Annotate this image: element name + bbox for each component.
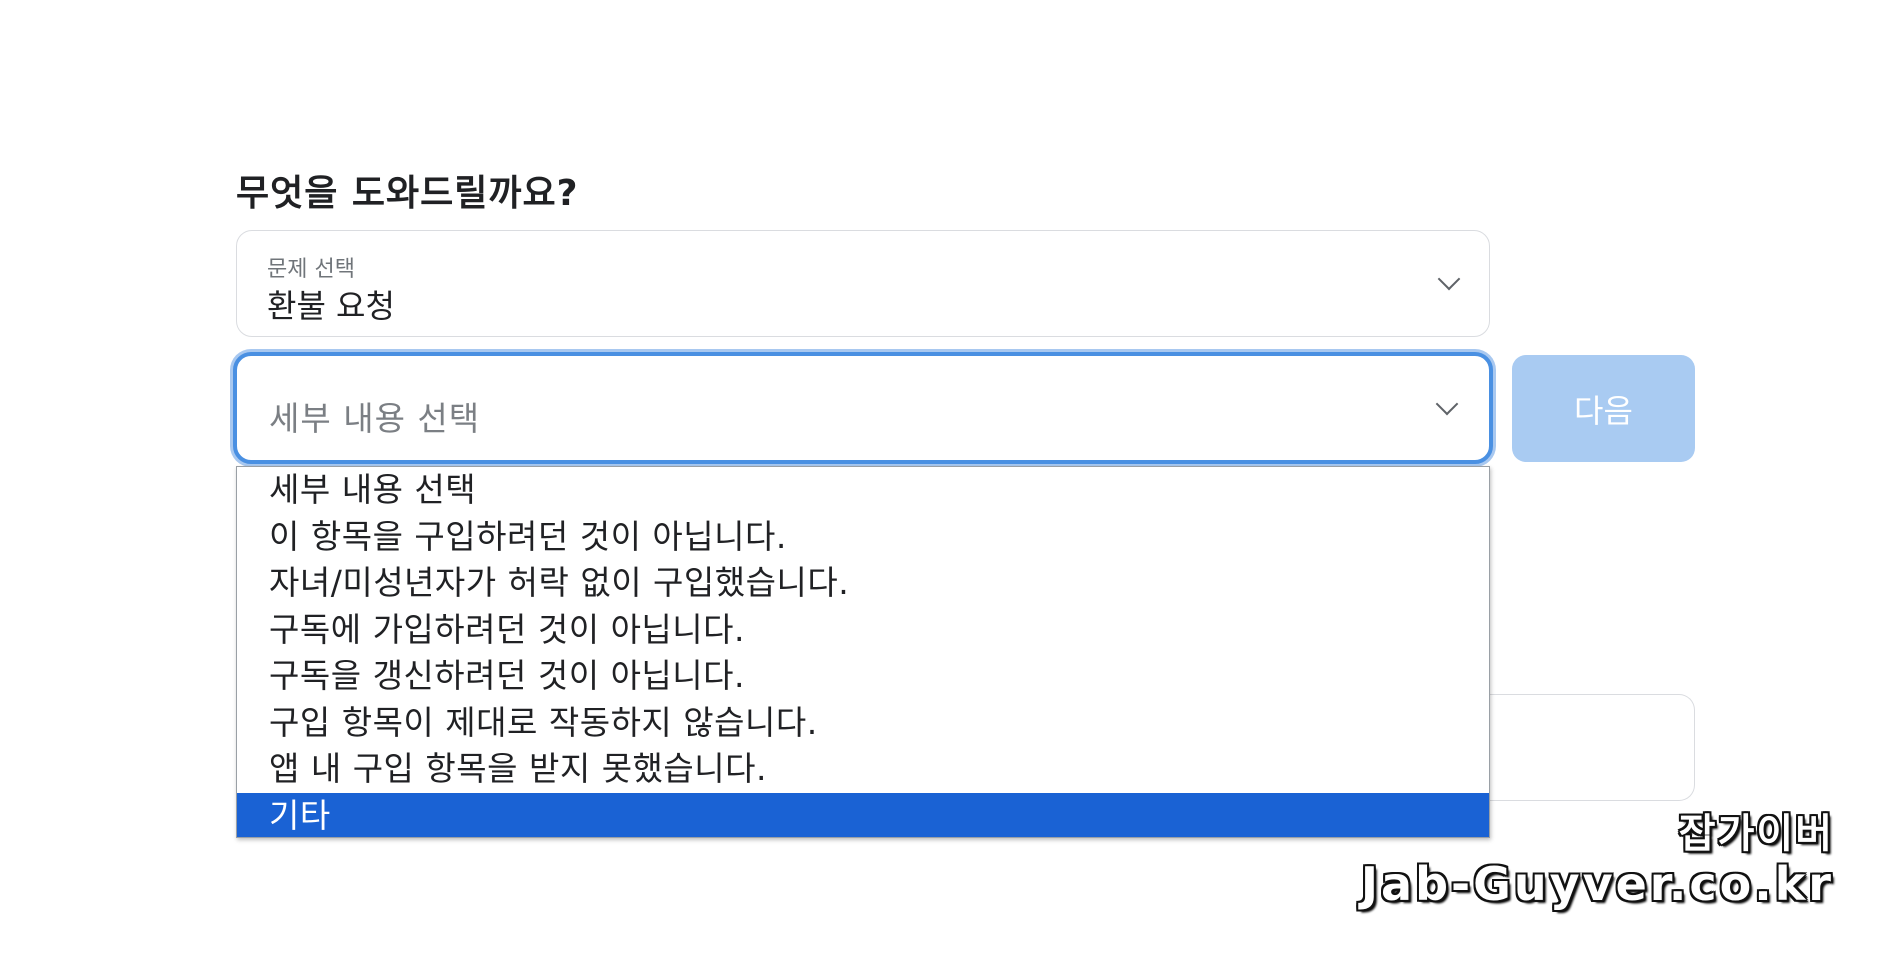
problem-select[interactable]: 문제 선택 환불 요청 <box>236 230 1490 337</box>
dropdown-option[interactable]: 구독을 갱신하려던 것이 아닙니다. <box>237 653 1489 700</box>
detail-select[interactable]: 세부 내용 선택 <box>233 352 1493 464</box>
watermark-url: Jab-Guyver.co.kr <box>1360 857 1834 911</box>
dropdown-option[interactable]: 앱 내 구입 항목을 받지 못했습니다. <box>237 746 1489 793</box>
dropdown-option[interactable]: 세부 내용 선택 <box>237 467 1489 514</box>
next-button[interactable]: 다음 <box>1512 355 1695 462</box>
dropdown-option[interactable]: 자녀/미성년자가 허락 없이 구입했습니다. <box>237 560 1489 607</box>
dropdown-option[interactable]: 구독에 가입하려던 것이 아닙니다. <box>237 607 1489 654</box>
detail-dropdown-list: 세부 내용 선택 이 항목을 구입하려던 것이 아닙니다. 자녀/미성년자가 허… <box>236 466 1490 838</box>
problem-select-value: 환불 요청 <box>267 287 395 325</box>
detail-select-placeholder: 세부 내용 선택 <box>269 399 481 438</box>
dropdown-option-selected[interactable]: 기타 <box>237 792 1489 837</box>
chevron-down-icon <box>1437 267 1461 291</box>
watermark-title: 잡가이버 <box>1678 811 1834 857</box>
page: 무엇을 도와드릴까요? 문제 선택 환불 요청 세부 내용 선택 다음 세부 내… <box>0 0 1886 961</box>
chevron-down-icon <box>1435 392 1459 416</box>
page-title: 무엇을 도와드릴까요? <box>236 173 579 214</box>
dropdown-option[interactable]: 이 항목을 구입하려던 것이 아닙니다. <box>237 514 1489 561</box>
problem-select-label: 문제 선택 <box>267 257 355 282</box>
watermark: 잡가이버 Jab-Guyver.co.kr <box>1361 810 1834 910</box>
dropdown-option[interactable]: 구입 항목이 제대로 작동하지 않습니다. <box>237 700 1489 747</box>
